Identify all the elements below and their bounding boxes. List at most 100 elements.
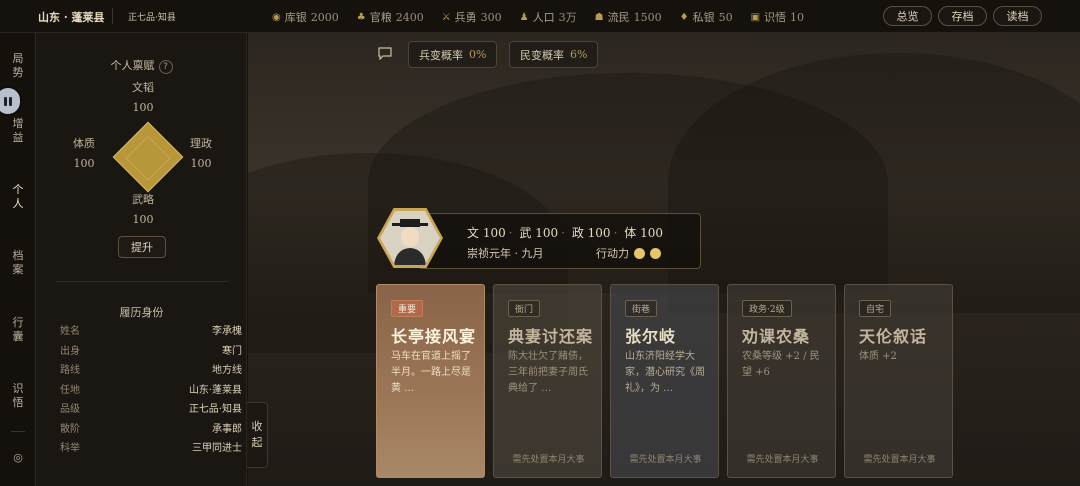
bio-row: 散阶 承事郎 [60, 420, 242, 440]
event-card[interactable]: 政务·2级 劝课农桑 农桑等级 +2 / 民望 +6 需先处置本月大事 [727, 284, 836, 478]
card-footer: 需先处置本月大事 [629, 455, 702, 465]
attr-name: 武略 [132, 193, 154, 206]
bio-list: 姓名 李承槐 出身 寒门 路线 地方线 任地 山东·蓬莱县 品级 正七品·知县 散阶 承事郎… [60, 322, 242, 459]
stat-value: 10 [790, 10, 805, 24]
stat-key: 武 [519, 226, 532, 240]
card-tag: 衙门 [508, 300, 541, 317]
nav-item-boost[interactable]: 增益 [0, 117, 36, 145]
help-icon[interactable]: ? [158, 60, 173, 74]
stat-label: 库银 [284, 11, 307, 24]
talent-title: 个人禀赋 [110, 59, 155, 72]
nav-item-insight[interactable]: 识悟 [0, 382, 36, 410]
stat-insight: ▣ 识悟 10 [751, 9, 804, 25]
bio-row: 姓名 李承槐 [60, 322, 242, 342]
stat-label: 识悟 [764, 11, 787, 24]
divider [112, 8, 113, 24]
assistant-bubble-icon[interactable] [0, 86, 22, 116]
nav-label: 个 [12, 183, 24, 196]
top-buttons: 总览 存档 读档 [883, 6, 1042, 26]
bio-row: 品级 正七品·知县 [60, 400, 242, 420]
bio-value: 正七品·知县 [188, 404, 242, 415]
event-card[interactable]: 街巷 张尔岐 山东济阳经学大家，潜心研究《周礼》，为 … 需先处置本月大事 [610, 284, 719, 478]
talent-diamond-chart [112, 121, 184, 193]
bag-icon: ♣ [356, 11, 366, 23]
nav-label: 档 [12, 249, 24, 262]
nav-item-situation[interactable]: 局势 [0, 52, 36, 80]
event-card[interactable]: 自宅 天伦叙话 体质 +2 需先处置本月大事 [844, 284, 953, 478]
bio-key: 品级 [60, 404, 80, 415]
nav-item-personal[interactable]: 个人 [0, 183, 36, 211]
raise-button[interactable]: 提升 [118, 236, 166, 258]
personal-panel: 个人禀赋? 文韬 100 体质 100 理政 100 武略 100 提升 履历身份 姓名… [36, 33, 247, 486]
card-desc: 山东济阳经学大家，潜心研究《周礼》，为 … [625, 351, 705, 394]
person-icon: ♟ [519, 11, 529, 23]
card-desc: 马车在官道上摇了半月。一路上尽是黄 … [391, 351, 471, 394]
nav-label: 势 [12, 66, 24, 79]
save-button[interactable]: 存档 [938, 6, 987, 26]
mutiny-probability: 兵变概率 0% [408, 41, 498, 68]
card-desc: 农桑等级 +2 / 民望 +6 [742, 351, 820, 378]
load-button[interactable]: 读档 [993, 6, 1042, 26]
stat-key: 政 [571, 226, 584, 240]
revolt-value: 6% [570, 48, 588, 61]
attr-value: 100 [132, 213, 154, 226]
collapse-label: 收 [251, 420, 263, 433]
attr-wentao: 文韬 100 [123, 78, 163, 118]
stat-value: 2400 [395, 10, 424, 24]
card-footer: 需先处置本月大事 [746, 455, 819, 465]
stat-val: 100 [482, 226, 506, 240]
attr-value: 100 [132, 101, 154, 114]
attr-wulue: 武略 100 [123, 190, 163, 230]
people-icon: ☗ [594, 11, 604, 23]
bio-row: 任地 山东·蓬莱县 [60, 381, 242, 401]
coin-icon: ◉ [272, 11, 281, 23]
overview-button[interactable]: 总览 [883, 6, 932, 26]
left-nav: 局势 增益 个人 档案 行囊 识悟 ◎ [0, 33, 36, 486]
nav-label: 益 [12, 131, 24, 144]
attr-lizheng: 理政 100 [181, 134, 221, 174]
attr-tizhi: 体质 100 [64, 134, 104, 174]
bio-title: 履历身份 [119, 306, 164, 319]
card-tag: 政务·2级 [742, 300, 792, 317]
nav-item-bag[interactable]: 行囊 [0, 316, 36, 344]
stat-private-silver: ♦ 私银 50 [680, 9, 733, 25]
settings-icon[interactable]: ◎ [0, 451, 36, 465]
top-bar: 山东 · 蓬莱县 正七品·知县 ◉ 库银 2000 ♣ 官粮 2400 ⚔ 兵勇 300 ♟… [0, 0, 1080, 33]
bio-row: 路线 地方线 [60, 361, 242, 381]
bio-value: 三甲同进士 [192, 443, 242, 454]
nav-item-archive[interactable]: 档案 [0, 249, 36, 277]
nav-label: 悟 [12, 396, 24, 409]
nav-label: 囊 [12, 330, 24, 343]
bio-row: 科举 三甲同进士 [60, 439, 242, 459]
card-desc: 体质 +2 [859, 351, 897, 362]
bio-key: 姓名 [60, 326, 80, 337]
card-title: 劝课农桑 [742, 327, 811, 346]
bio-value: 承事郎 [212, 423, 242, 435]
attr-value: 100 [73, 157, 95, 170]
event-card[interactable]: 重要 长亭接风宴 马车在官道上摇了半月。一路上尽是黄 … [376, 284, 485, 478]
collapse-label: 起 [251, 436, 263, 449]
purse-icon: ♦ [679, 11, 689, 23]
stat-value: 3万 [558, 11, 577, 24]
bio-value: 山东·蓬莱县 [188, 384, 242, 396]
stat-val: 100 [535, 226, 559, 240]
action-point-dot [634, 247, 645, 259]
stat-value: 2000 [310, 10, 339, 24]
divider [56, 281, 228, 282]
character-stats: 文 100 · 武 100 · 政 100 · 体 100 [467, 226, 663, 240]
bio-value: 寒门 [222, 345, 242, 357]
action-label: 行动力 [596, 247, 629, 260]
attr-value: 100 [190, 157, 212, 170]
mutiny-label: 兵变概率 [419, 48, 463, 62]
collapse-panel-button[interactable]: 收 起 [247, 402, 268, 468]
nav-label: 局 [12, 52, 24, 65]
revolt-probability: 民变概率 6% [509, 41, 599, 68]
card-title: 典妻讨还案 [508, 327, 594, 346]
event-card[interactable]: 衙门 典妻讨还案 陈大壮欠了赌债，三年前把妻子周氏典给了 … 需先处置本月大事 [493, 284, 602, 478]
stat-refugees: ☗ 流民 1500 [595, 9, 662, 25]
chat-icon[interactable] [378, 47, 392, 64]
nav-divider [11, 431, 25, 432]
bio-key: 科举 [60, 443, 80, 454]
bio-key: 出身 [60, 345, 80, 357]
nav-label: 人 [12, 197, 24, 210]
